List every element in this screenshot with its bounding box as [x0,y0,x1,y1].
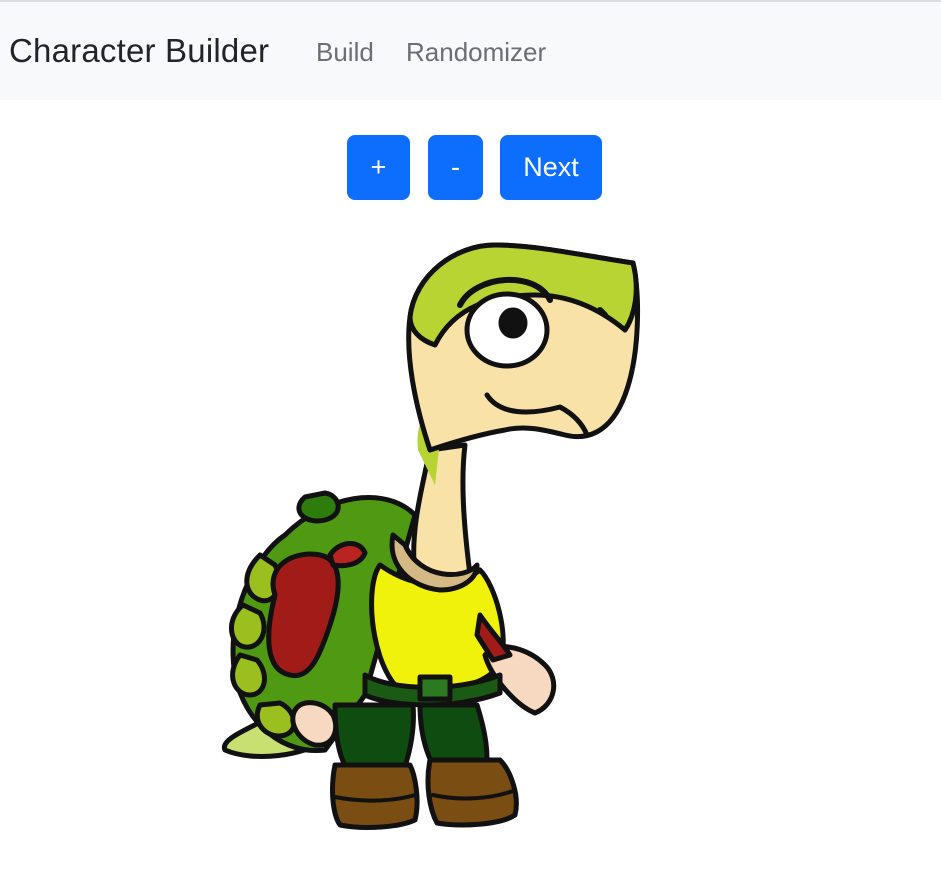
nav-link-build[interactable]: Build [316,37,374,68]
character-image [215,235,655,845]
nav-link-randomizer[interactable]: Randomizer [406,37,546,68]
turtle-character-illustration [221,242,641,830]
navbar: Character Builder Build Randomizer [0,2,941,100]
next-button[interactable]: Next [500,135,602,200]
decrease-button[interactable]: - [428,135,483,200]
increase-button[interactable]: + [347,135,410,200]
navbar-brand[interactable]: Character Builder [9,32,269,70]
